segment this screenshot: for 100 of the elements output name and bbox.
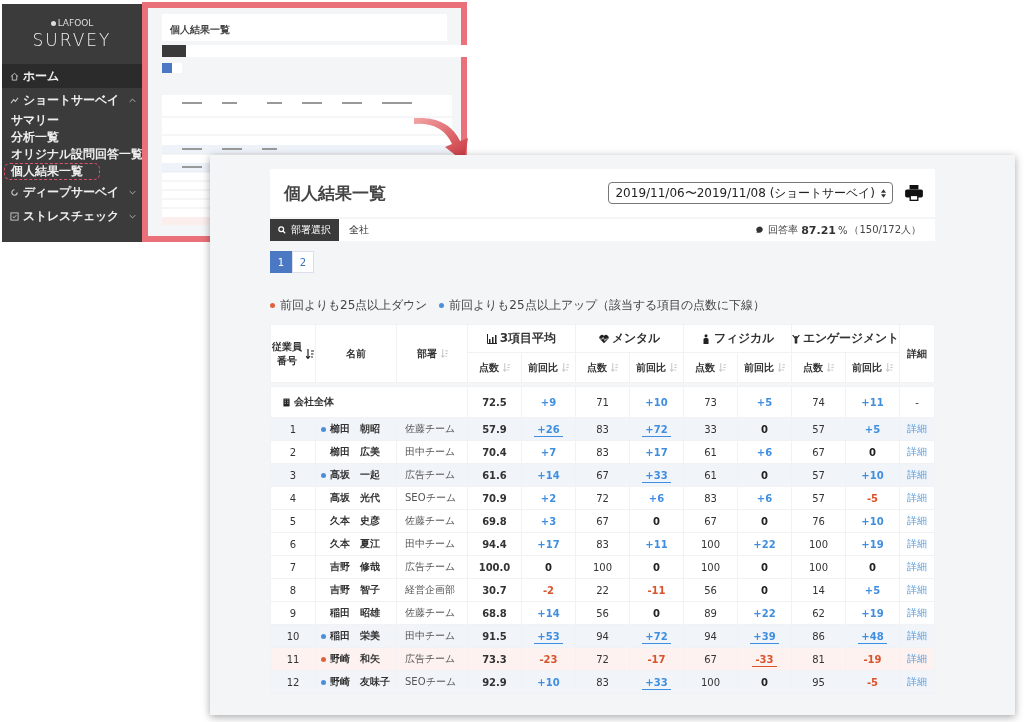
column-header: 前回比 (845, 352, 900, 383)
table-cell: 69.8 (467, 509, 522, 533)
table-cell: +5 (845, 578, 900, 602)
table-cell: +17 (521, 532, 576, 556)
table-cell: 吉野 修哉 (315, 555, 397, 579)
table-cell: 72 (575, 647, 630, 671)
table-cell: +22 (737, 601, 792, 625)
printer-icon[interactable] (905, 185, 923, 201)
table-cell: +22 (737, 532, 792, 556)
department-value: 全社 (349, 223, 370, 237)
table-cell: +3 (521, 509, 576, 533)
table-cell: 56 (575, 601, 630, 625)
search-icon (278, 226, 286, 234)
table-cell: 10 (270, 624, 316, 648)
heart-pulse-icon (599, 333, 609, 344)
table-cell: 89 (683, 601, 738, 625)
thumbnail-title: 個人結果一覧 (170, 24, 230, 35)
table-cell: +14 (521, 601, 576, 625)
department-select-button[interactable]: 部署選択 (270, 219, 339, 241)
table-cell: 佐藤チーム (396, 601, 468, 625)
table-cell: 会社全体 (270, 386, 468, 418)
page-button[interactable]: 1 (270, 251, 292, 273)
table-cell: 0 (629, 555, 684, 579)
column-header: 前回比 (521, 352, 576, 383)
table-cell: +10 (629, 386, 684, 418)
table-cell: 櫛田 広美 (315, 440, 397, 464)
table-cell: 81 (791, 647, 846, 671)
table-cell: 0 (845, 440, 900, 464)
table-cell: 70.4 (467, 440, 522, 464)
table-cell: 7 (270, 555, 316, 579)
table-cell: 田中チーム (396, 532, 468, 556)
column-header: 名前 (315, 324, 397, 383)
table-cell: 86 (791, 624, 846, 648)
legend-text: 前回よりも25点以上アップ（該当する項目の点数に下線） (449, 297, 765, 314)
table-cell: +6 (737, 486, 792, 510)
table-cell: 広告チーム (396, 647, 468, 671)
table-cell: 100 (683, 555, 738, 579)
table-cell: 61 (683, 440, 738, 464)
table-cell: +11 (845, 386, 900, 418)
table-cell: 83 (683, 486, 738, 510)
table-cell: 0 (737, 509, 792, 533)
sort-arrows-icon (881, 188, 886, 198)
table-cell: 久本 夏江 (315, 532, 397, 556)
table-cell: 72 (575, 486, 630, 510)
chart-icon (10, 95, 19, 105)
table-cell: 100 (791, 532, 846, 556)
table-cell: 5 (270, 509, 316, 533)
period-select[interactable]: 2019/11/06〜2019/11/08 (ショートサーベイ) (608, 182, 893, 204)
table-cell: 83 (575, 440, 630, 464)
table-cell: -23 (521, 647, 576, 671)
table-cell: +7 (521, 440, 576, 464)
table-cell: 14 (791, 578, 846, 602)
column-header: 点数 (575, 352, 630, 383)
group-header: フィジカル (683, 324, 792, 353)
submenu-item[interactable]: オリジナル設問回答一覧 (4, 146, 144, 163)
submenu-item[interactable]: 個人結果一覧 (4, 163, 100, 180)
table-cell: 0 (629, 509, 684, 533)
nav-item[interactable]: ホーム (2, 64, 142, 88)
table-cell: 広告チーム (396, 555, 468, 579)
table-cell: -2 (521, 578, 576, 602)
person-icon (701, 333, 711, 344)
table-cell: 68.8 (467, 601, 522, 625)
speech-bubble-icon (756, 226, 765, 234)
table-cell: +19 (845, 532, 900, 556)
group-header: エンゲージメント (791, 324, 900, 353)
table-cell: +11 (629, 532, 684, 556)
table-cell: 100 (575, 555, 630, 579)
raised-arms-icon (792, 333, 800, 344)
table-cell: 経営企画部 (396, 578, 468, 602)
table-cell: 0 (845, 555, 900, 579)
table-cell: 73.3 (467, 647, 522, 671)
nav-item[interactable]: ショートサーベイ (2, 88, 142, 112)
table-cell: 11 (270, 647, 316, 671)
page-button[interactable]: 2 (292, 251, 314, 273)
table-cell: 70.9 (467, 486, 522, 510)
table-cell: 100 (683, 532, 738, 556)
group-header: メンタル (575, 324, 684, 353)
table-cell: -5 (845, 486, 900, 510)
column-header: 点数 (467, 352, 522, 383)
table-cell: -11 (629, 578, 684, 602)
table-cell: +2 (521, 486, 576, 510)
sort-icon[interactable] (306, 348, 314, 359)
table-cell: -17 (629, 647, 684, 671)
table-cell: 100.0 (467, 555, 522, 579)
nav-item[interactable]: ストレスチェック (2, 204, 142, 228)
table-cell: 8 (270, 578, 316, 602)
nav-item[interactable]: ディープサーベイ (2, 180, 142, 204)
page-title: 個人結果一覧 (284, 181, 387, 205)
table-cell: 0 (737, 555, 792, 579)
table-cell: 67 (683, 509, 738, 533)
table-cell: 73 (683, 386, 738, 418)
table-cell: 9 (270, 601, 316, 625)
group-header: 3項目平均 (467, 324, 576, 353)
percent-unit: % (837, 224, 848, 236)
submenu-item[interactable]: 分析一覧 (4, 129, 60, 146)
table-cell: 30.7 (467, 578, 522, 602)
table-cell: 57 (791, 486, 846, 510)
table-cell: 6 (270, 532, 316, 556)
submenu-item[interactable]: サマリー (4, 112, 60, 129)
table-cell: 0 (737, 578, 792, 602)
